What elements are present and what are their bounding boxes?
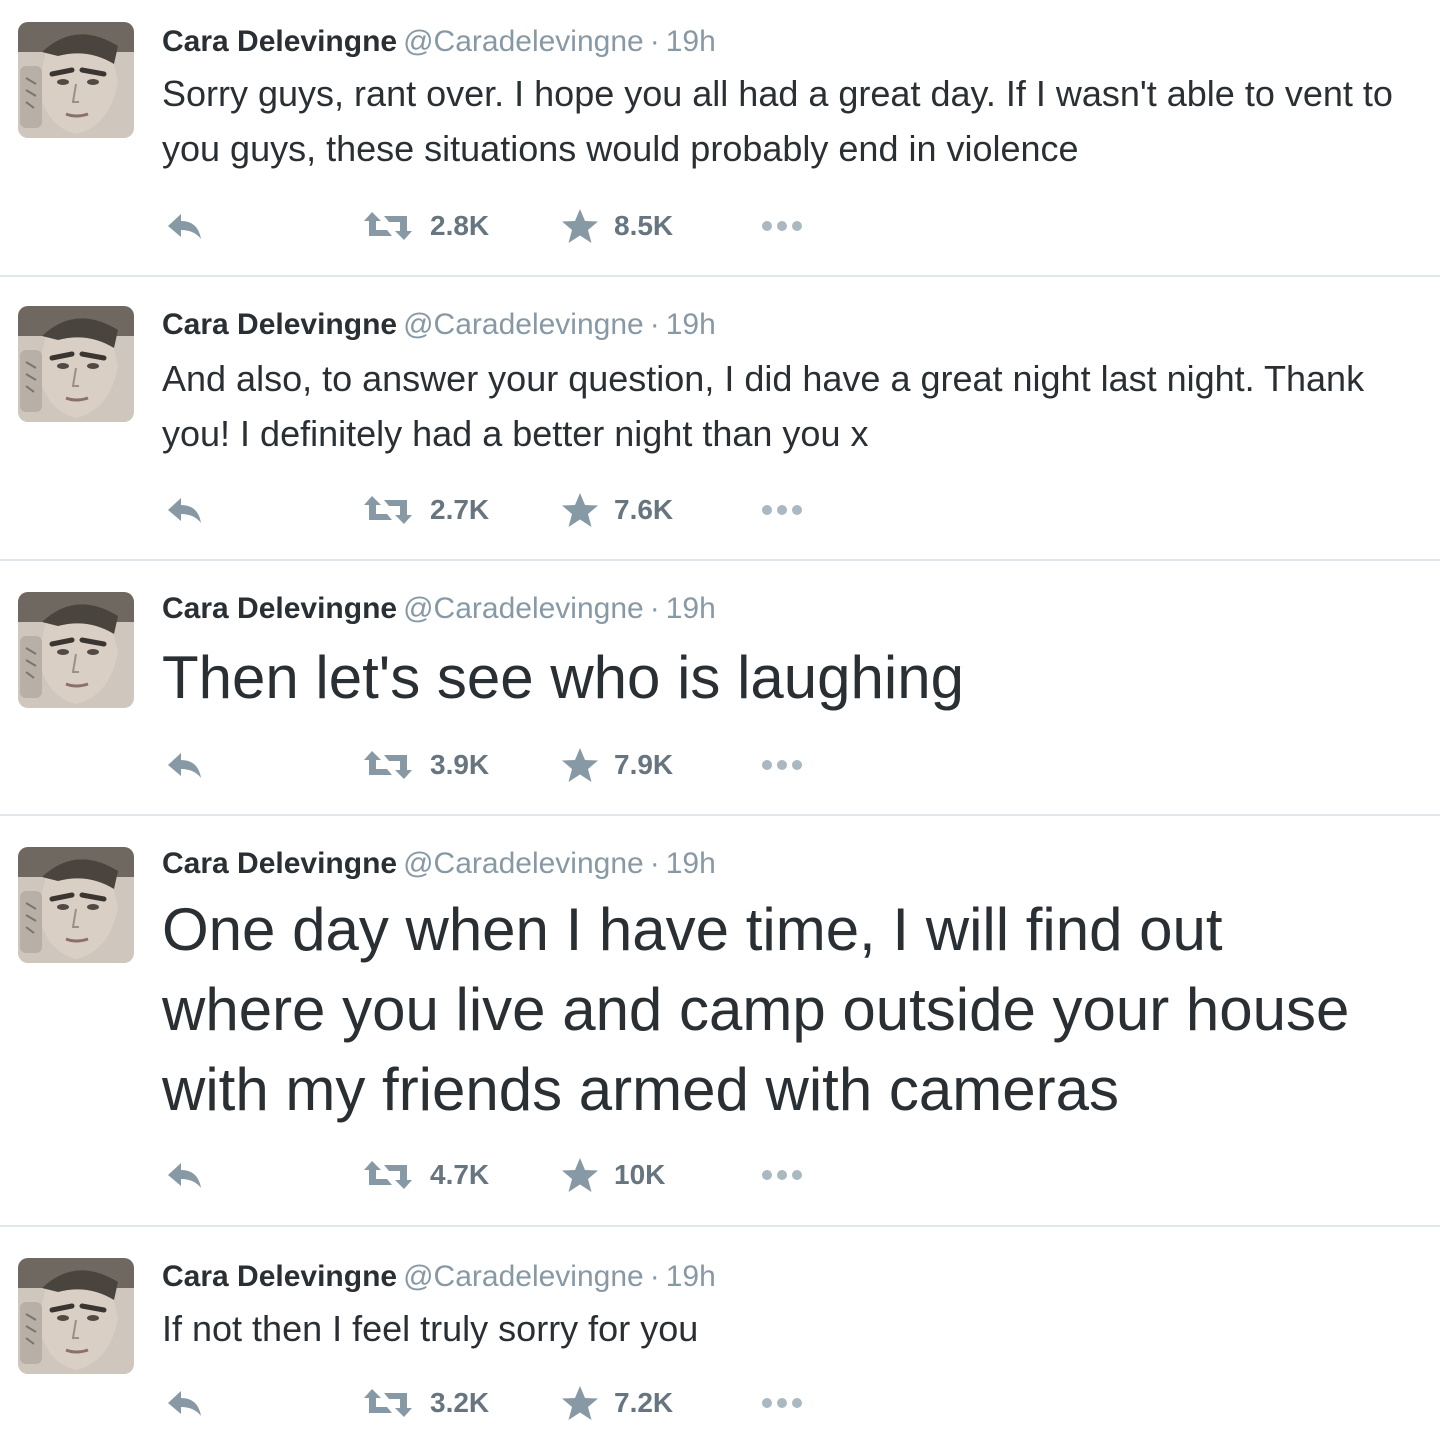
retweet-count: 4.7K: [430, 1159, 490, 1190]
retweet-button[interactable]: 3.9K: [360, 745, 489, 785]
favorite-count: 10K: [614, 1159, 666, 1190]
reply-button[interactable]: [162, 490, 206, 530]
user-name[interactable]: Cara Delevingne: [162, 1260, 397, 1293]
tweet[interactable]: Cara Delevingne @Caradelevingne · 19h Sorry…: [0, 0, 1440, 276]
favorite-count: 8.5K: [614, 210, 674, 241]
reply-icon: [162, 745, 206, 785]
retweet-count: 2.7K: [430, 494, 490, 525]
favorite-button[interactable]: 7.9K: [560, 745, 673, 785]
user-handle[interactable]: @Caradelevingne: [403, 847, 644, 880]
tweet-actions: 3.9K 7.9K: [162, 745, 862, 785]
more-button[interactable]: [758, 206, 806, 246]
star-icon: [560, 745, 600, 785]
more-icon: [758, 206, 806, 246]
reply-button[interactable]: [162, 1155, 206, 1195]
separator: ·: [649, 308, 660, 341]
tweet-header: Cara Delevingne @Caradelevingne · 19h: [162, 846, 716, 882]
user-handle[interactable]: @Caradelevingne: [403, 308, 644, 341]
avatar[interactable]: [18, 1258, 134, 1374]
retweet-icon: [360, 206, 416, 246]
user-name[interactable]: Cara Delevingne: [162, 847, 397, 880]
favorite-count: 7.2K: [614, 1387, 674, 1418]
timestamp[interactable]: 19h: [666, 308, 716, 341]
favorite-button[interactable]: 7.2K: [560, 1383, 673, 1423]
tweet-text: If not then I feel truly sorry for you: [162, 1308, 699, 1349]
tweet-text: And also, to answer your question, I did…: [162, 358, 1365, 454]
more-icon: [758, 490, 806, 530]
more-button[interactable]: [758, 745, 806, 785]
star-icon: [560, 206, 600, 246]
more-icon: [758, 745, 806, 785]
separator: ·: [649, 25, 660, 58]
timestamp[interactable]: 19h: [666, 847, 716, 880]
tweet-text: Sorry guys, rant over. I hope you all ha…: [162, 73, 1393, 169]
more-button[interactable]: [758, 490, 806, 530]
retweet-icon: [360, 745, 416, 785]
retweet-button[interactable]: 2.8K: [360, 206, 489, 246]
separator: ·: [649, 1260, 660, 1293]
more-button[interactable]: [758, 1155, 806, 1195]
star-icon: [560, 1383, 600, 1423]
star-icon: [560, 1155, 600, 1195]
reply-icon: [162, 1155, 206, 1195]
more-icon: [758, 1155, 806, 1195]
retweet-count: 3.9K: [430, 749, 490, 780]
timestamp[interactable]: 19h: [666, 592, 716, 625]
more-button[interactable]: [758, 1383, 806, 1423]
favorite-button[interactable]: 10K: [560, 1155, 665, 1195]
avatar[interactable]: [18, 306, 134, 422]
favorite-button[interactable]: 8.5K: [560, 206, 673, 246]
reply-icon: [162, 206, 206, 246]
user-handle[interactable]: @Caradelevingne: [403, 1260, 644, 1293]
user-name[interactable]: Cara Delevingne: [162, 592, 397, 625]
tweet-header: Cara Delevingne @Caradelevingne · 19h: [162, 591, 716, 627]
retweet-count: 3.2K: [430, 1387, 490, 1418]
reply-button[interactable]: [162, 745, 206, 785]
retweet-button[interactable]: 2.7K: [360, 490, 489, 530]
user-handle[interactable]: @Caradelevingne: [403, 592, 644, 625]
user-handle[interactable]: @Caradelevingne: [403, 25, 644, 58]
reply-icon: [162, 490, 206, 530]
tweet-actions: 2.8K 8.5K: [162, 206, 862, 246]
tweet-text: Then let's see who is laughing: [162, 644, 964, 711]
tweet-actions: 2.7K 7.6K: [162, 490, 862, 530]
tweet[interactable]: Cara Delevingne @Caradelevingne · 19h And a…: [0, 276, 1440, 560]
retweet-icon: [360, 490, 416, 530]
star-icon: [560, 490, 600, 530]
tweet-actions: 4.7K 10K: [162, 1155, 862, 1195]
retweet-button[interactable]: 4.7K: [360, 1155, 489, 1195]
avatar[interactable]: [18, 592, 134, 708]
user-name[interactable]: Cara Delevingne: [162, 25, 397, 58]
tweet[interactable]: Cara Delevingne @Caradelevingne · 19h Then …: [0, 560, 1440, 815]
timestamp[interactable]: 19h: [666, 25, 716, 58]
avatar[interactable]: [18, 22, 134, 138]
favorite-count: 7.6K: [614, 494, 674, 525]
timestamp[interactable]: 19h: [666, 1260, 716, 1293]
avatar[interactable]: [18, 847, 134, 963]
tweet-header: Cara Delevingne @Caradelevingne · 19h: [162, 307, 716, 343]
tweet-actions: 3.2K 7.2K: [162, 1383, 862, 1423]
user-name[interactable]: Cara Delevingne: [162, 308, 397, 341]
more-icon: [758, 1383, 806, 1423]
favorite-count: 7.9K: [614, 749, 674, 780]
tweet-header: Cara Delevingne @Caradelevingne · 19h: [162, 24, 716, 60]
reply-button[interactable]: [162, 206, 206, 246]
separator: ·: [649, 847, 660, 880]
retweet-icon: [360, 1155, 416, 1195]
reply-icon: [162, 1383, 206, 1423]
tweet-text: One day when I have time, I will find ou…: [162, 896, 1350, 1123]
tweet[interactable]: Cara Delevingne @Caradelevingne · 19h If no…: [0, 1226, 1440, 1455]
retweet-icon: [360, 1383, 416, 1423]
tweet-header: Cara Delevingne @Caradelevingne · 19h: [162, 1259, 716, 1295]
retweet-count: 2.8K: [430, 210, 490, 241]
separator: ·: [649, 592, 660, 625]
retweet-button[interactable]: 3.2K: [360, 1383, 489, 1423]
tweet[interactable]: Cara Delevingne @Caradelevingne · 19h One d…: [0, 815, 1440, 1226]
favorite-button[interactable]: 7.6K: [560, 490, 673, 530]
reply-button[interactable]: [162, 1383, 206, 1423]
